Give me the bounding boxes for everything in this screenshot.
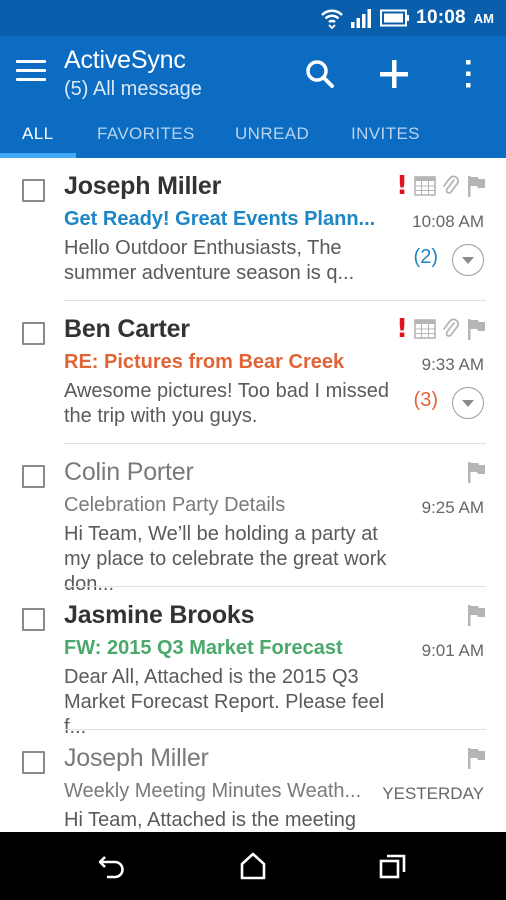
message-list[interactable]: Joseph Miller ! Get Ready! Great Events … <box>0 158 506 832</box>
select-checkbox[interactable] <box>22 179 45 202</box>
message-subject: RE: Pictures from Bear Creek <box>64 351 345 373</box>
message-status-icons <box>466 603 486 627</box>
message-row[interactable]: Joseph Miller Weekly Meeting Minutes Wea… <box>0 730 506 832</box>
sender-name: Joseph Miller <box>64 744 209 772</box>
home-icon <box>240 852 266 880</box>
sender-name: Colin Porter <box>64 458 194 486</box>
filter-tabs: ALL FAVORITES UNREAD INVITES <box>0 112 506 158</box>
signal-icon <box>351 9 372 28</box>
message-status-icons: ! <box>396 171 486 201</box>
important-icon: ! <box>396 314 408 344</box>
flag-icon[interactable] <box>466 461 486 483</box>
select-checkbox[interactable] <box>22 608 45 631</box>
status-bar: 10:08 AM <box>0 0 506 36</box>
message-time: 9:33 AM <box>421 355 484 374</box>
thread-count: (3) <box>413 389 438 411</box>
home-button[interactable] <box>237 850 269 882</box>
battery-icon <box>380 9 410 27</box>
message-subject: Celebration Party Details <box>64 494 286 516</box>
expand-thread-button[interactable] <box>452 244 484 276</box>
sender-name: Ben Carter <box>64 315 190 343</box>
back-icon <box>98 856 124 879</box>
compose-button[interactable] <box>374 54 414 94</box>
message-row[interactable]: Jasmine Brooks FW: 2015 Q3 Market Foreca… <box>0 587 506 738</box>
message-subject: Get Ready! Great Events Plann... <box>64 208 376 230</box>
tab-favorites[interactable]: FAVORITES <box>97 124 195 144</box>
menu-icon <box>16 60 46 63</box>
select-checkbox[interactable] <box>22 751 45 774</box>
important-icon: ! <box>396 171 408 201</box>
recents-icon <box>379 854 406 879</box>
select-checkbox[interactable] <box>22 322 45 345</box>
message-status-icons: ! <box>396 314 486 344</box>
message-time: 9:01 AM <box>421 641 484 660</box>
expand-thread-button[interactable] <box>452 387 484 419</box>
thread-count: (2) <box>413 246 438 268</box>
wifi-icon <box>321 9 344 29</box>
status-indicators: 10:08 AM <box>320 6 494 30</box>
tab-all[interactable]: ALL <box>22 124 53 144</box>
attachment-icon <box>443 175 459 194</box>
message-row[interactable]: Ben Carter ! RE: Pictures from Bear Cree… <box>0 301 506 444</box>
app-bar: ActiveSync (5) All message <box>0 36 506 112</box>
back-button[interactable] <box>96 850 128 882</box>
folder-subtitle[interactable]: (5) All message <box>64 78 202 101</box>
calendar-icon <box>414 319 436 339</box>
calendar-icon <box>414 176 436 196</box>
message-preview: Hi Team, Attached is the meeting <box>64 809 357 831</box>
message-time: 10:08 AM <box>412 212 484 231</box>
account-title[interactable]: ActiveSync <box>64 46 186 75</box>
more-vert-icon <box>466 60 471 88</box>
attachment-icon <box>443 318 459 337</box>
status-time: 10:08 <box>416 7 466 28</box>
sender-name: Joseph Miller <box>64 172 222 200</box>
tab-unread[interactable]: UNREAD <box>235 124 309 144</box>
flag-icon[interactable] <box>466 604 486 626</box>
system-nav-bar <box>0 832 506 900</box>
message-row[interactable]: Joseph Miller ! Get Ready! Great Events … <box>0 158 506 301</box>
message-time: YESTERDAY <box>382 784 484 803</box>
search-icon <box>306 60 334 88</box>
flag-icon[interactable] <box>466 747 486 769</box>
recents-button[interactable] <box>377 850 409 882</box>
message-status-icons <box>466 746 486 770</box>
message-time: 9:25 AM <box>421 498 484 517</box>
search-button[interactable] <box>300 54 340 94</box>
menu-button[interactable] <box>16 60 46 86</box>
message-preview: Hello Outdoor Enthusiasts, The summer ad… <box>64 237 355 284</box>
plus-icon <box>380 60 408 88</box>
select-checkbox[interactable] <box>22 465 45 488</box>
status-ampm: AM <box>473 10 494 26</box>
message-row[interactable]: Colin Porter Celebration Party Details 9… <box>0 444 506 595</box>
tab-invites[interactable]: INVITES <box>351 124 420 144</box>
message-status-icons <box>466 460 486 484</box>
message-subject: Weekly Meeting Minutes Weath... <box>64 780 362 802</box>
sender-name: Jasmine Brooks <box>64 601 255 629</box>
message-preview: Awesome pictures! Too bad I missed the t… <box>64 380 389 427</box>
flag-icon[interactable] <box>466 175 486 197</box>
flag-icon[interactable] <box>466 318 486 340</box>
overflow-menu-button[interactable] <box>448 54 488 94</box>
message-subject: FW: 2015 Q3 Market Forecast <box>64 637 343 659</box>
